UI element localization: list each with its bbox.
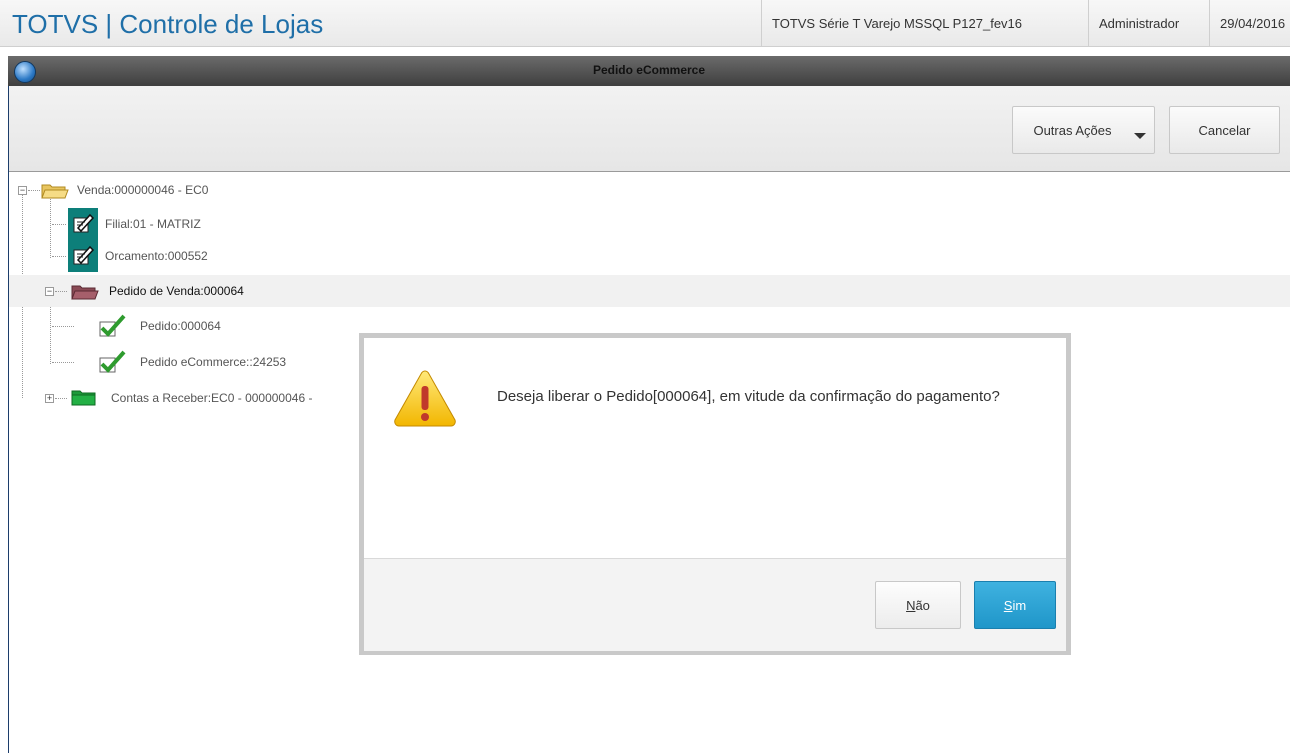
- tree-label-orcamento: Orcamento:000552: [105, 249, 208, 263]
- tree-label-filial: Filial:01 - MATRIZ: [105, 217, 201, 231]
- tree-connector: [55, 291, 67, 292]
- window-title-bar: Pedido eCommerce: [8, 56, 1290, 86]
- more-actions-label: Outras Ações: [1033, 122, 1112, 138]
- tree-label-venda: Venda:000000046 - EC0: [77, 183, 209, 197]
- tree-label-contas-receber: Contas a Receber:EC0 - 000000046 -: [111, 391, 313, 405]
- check-icon: [99, 314, 126, 337]
- environment-label: TOTVS Série T Varejo MSSQL P127_fev16: [761, 0, 1108, 46]
- tree-connector: [52, 362, 74, 363]
- dialog-body: Deseja liberar o Pedido[000064], em vitu…: [364, 338, 1066, 558]
- expand-icon[interactable]: +: [45, 394, 54, 403]
- tree-connector: [52, 326, 74, 327]
- no-button-mnemonic: N: [906, 597, 916, 613]
- no-button[interactable]: Não: [875, 581, 961, 629]
- app-header: TOTVS | Controle de Lojas TOTVS Série T …: [0, 0, 1290, 47]
- tree-node-filial[interactable]: Filial:01 - MATRIZ: [9, 208, 1290, 240]
- tree-node-venda[interactable]: − Venda:000000046 - EC0: [9, 174, 1290, 206]
- caret-down-icon: [1134, 133, 1146, 139]
- edit-document-icon: [68, 208, 98, 240]
- user-label[interactable]: Administrador: [1088, 0, 1229, 46]
- app-title: TOTVS | Controle de Lojas: [12, 9, 324, 39]
- tree-label-pedido: Pedido:000064: [140, 319, 221, 333]
- warning-icon: [394, 370, 456, 427]
- dialog-footer: Não Sim: [364, 558, 1066, 651]
- collapse-icon[interactable]: −: [45, 287, 54, 296]
- tree-connector: [55, 398, 67, 399]
- folder-open-icon: [41, 184, 69, 199]
- date-label: 29/04/2016: [1209, 0, 1305, 46]
- tree-label-pedido-venda: Pedido de Venda:000064: [109, 284, 244, 298]
- tree-node-orcamento[interactable]: Orcamento:000552: [9, 240, 1290, 272]
- tree-connector: [52, 256, 66, 257]
- dialog-message: Deseja liberar o Pedido[000064], em vitu…: [497, 388, 1000, 405]
- no-button-label: ão: [915, 597, 930, 613]
- cancel-button[interactable]: Cancelar: [1169, 106, 1280, 154]
- yes-button-mnemonic: S: [1003, 597, 1013, 613]
- more-actions-button[interactable]: Outras Ações: [1012, 106, 1155, 154]
- edit-document-icon: [68, 240, 98, 272]
- yes-button[interactable]: Sim: [974, 581, 1056, 629]
- yes-button-label: im: [1012, 597, 1027, 613]
- confirm-dialog: Deseja liberar o Pedido[000064], em vitu…: [359, 333, 1071, 655]
- tree-node-pedido-venda[interactable]: − Pedido de Venda:000064: [9, 275, 1290, 307]
- cancel-label: Cancelar: [1198, 122, 1251, 138]
- tree-label-pedido-ecommerce: Pedido eCommerce::24253: [140, 355, 287, 369]
- folder-closed-icon: [71, 390, 96, 406]
- check-icon: [99, 350, 126, 373]
- toolbar: Outras Ações Cancelar: [9, 86, 1290, 172]
- tree-connector: [52, 224, 66, 225]
- tree-connector: [28, 190, 40, 191]
- folder-open-icon: [71, 285, 99, 300]
- collapse-icon[interactable]: −: [18, 186, 27, 195]
- dialog-content: Deseja liberar o Pedido[000064], em vitu…: [364, 338, 1066, 651]
- window-title: Pedido eCommerce: [592, 63, 706, 77]
